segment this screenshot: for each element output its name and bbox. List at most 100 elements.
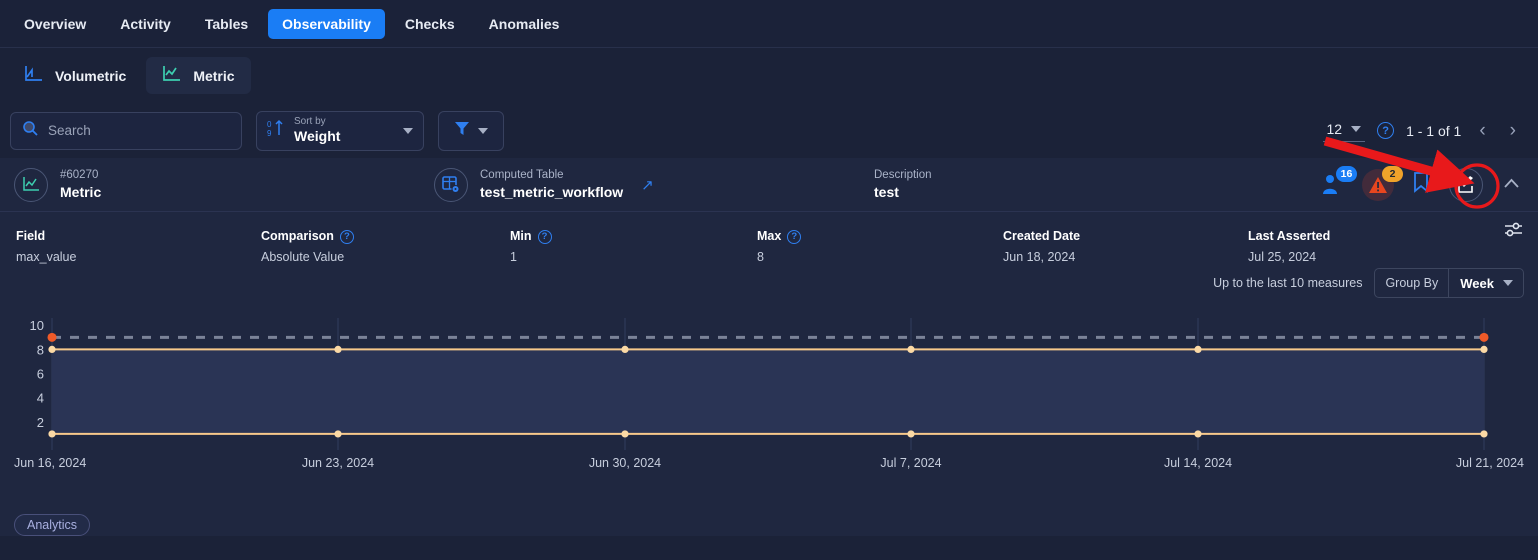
pagination: 12 ? 1 - 1 of 1 ‹ › — [1322, 119, 1529, 142]
description-value: test — [874, 184, 899, 201]
nav-tab-observability[interactable]: Observability — [268, 8, 385, 39]
edit-button[interactable] — [1449, 167, 1483, 202]
measures-text: Up to the last 10 measures — [1213, 276, 1363, 290]
attribute-last-asserted-value: Jul 25, 2024 — [1248, 250, 1317, 265]
sort-ascending-icon: 0 9 — [267, 118, 285, 143]
owners-button[interactable]: 16 — [1321, 165, 1357, 198]
chart-data-point — [47, 332, 57, 342]
nav-tab-tables[interactable]: Tables — [191, 9, 262, 39]
bookmark-button[interactable] — [1413, 171, 1429, 198]
top-navigation: Overview Activity Tables Observability C… — [0, 0, 1538, 48]
pagination-next-button[interactable]: › — [1504, 120, 1522, 142]
x-axis-tick: Jul 21, 2024 — [1455, 456, 1524, 470]
description-label: Description — [874, 168, 932, 181]
chart-data-point — [1194, 345, 1202, 353]
sub-tab-volumetric-label: Volumetric — [55, 67, 127, 84]
svg-text:9: 9 — [267, 129, 272, 138]
metric-chart-icon — [162, 65, 182, 86]
page-size-dropdown[interactable]: 12 — [1322, 119, 1366, 142]
alerts-count-badge: 2 — [1382, 165, 1403, 182]
bookmark-icon — [1414, 171, 1428, 193]
nav-tab-checks[interactable]: Checks — [391, 9, 469, 39]
metric-chart-svg[interactable]: 10 8 6 4 2 — [0, 304, 1538, 454]
threshold-band — [52, 349, 1484, 434]
help-circle-icon[interactable]: ? — [1377, 122, 1395, 139]
collapse-button[interactable] — [1503, 176, 1520, 193]
sub-tab-bar: Volumetric Metric — [0, 48, 1538, 103]
chart-x-axis: Jun 16, 2024 Jun 23, 2024 Jun 30, 2024 Jul … — [0, 454, 1538, 480]
pagination-prev-button[interactable]: ‹ — [1473, 120, 1491, 142]
chevron-down-icon — [1351, 126, 1362, 132]
chart-data-point — [48, 345, 56, 353]
attribute-last-asserted: Last Asserted Jul 25, 2024 — [1248, 226, 1330, 265]
search-input[interactable]: Search — [10, 111, 242, 150]
tag-analytics[interactable]: Analytics — [14, 514, 91, 536]
metric-card-header: #60270 Metric Computed Table test_metric… — [0, 158, 1538, 212]
help-circle-icon[interactable]: ? — [339, 229, 354, 244]
nav-tab-activity[interactable]: Activity — [106, 9, 185, 39]
chart-data-point — [1480, 345, 1488, 353]
attribute-field-key: Field — [16, 229, 46, 243]
tag-list: Analytics — [0, 504, 1538, 536]
attribute-min-value: 1 — [510, 250, 517, 265]
metric-id: #60270 — [60, 168, 99, 181]
sort-by-value: Weight — [294, 128, 341, 145]
help-circle-icon[interactable]: ? — [787, 229, 802, 244]
x-axis-tick: Jul 7, 2024 — [880, 456, 942, 470]
chevron-down-icon — [478, 127, 488, 134]
table-gear-icon — [434, 167, 468, 202]
sort-by-dropdown[interactable]: 0 9 Sort by Weight — [256, 110, 424, 151]
sub-tab-volumetric[interactable]: Volumetric — [8, 57, 142, 94]
attribute-created-date: Created Date Jun 18, 2024 — [1003, 226, 1080, 265]
attribute-created-date-value: Jun 18, 2024 — [1003, 250, 1076, 265]
edit-square-icon — [1457, 176, 1473, 193]
attribute-max: Max? 8 — [757, 226, 802, 265]
filter-dropdown[interactable] — [438, 110, 504, 151]
nav-tab-anomalies[interactable]: Anomalies — [475, 9, 574, 39]
chart-settings-button[interactable] — [1504, 221, 1524, 244]
attribute-comparison: Comparison? Absolute Value — [261, 226, 354, 265]
attribute-field-value: max_value — [16, 250, 77, 265]
x-axis-tick: Jun 16, 2024 — [14, 456, 87, 470]
external-link-icon[interactable]: ↗ — [641, 176, 654, 194]
attribute-last-asserted-key: Last Asserted — [1248, 229, 1331, 243]
y-axis-tick: 10 — [30, 318, 44, 333]
nav-tab-overview[interactable]: Overview — [10, 9, 100, 39]
metric-chart-icon — [14, 167, 48, 202]
chart-data-point — [621, 430, 629, 438]
attribute-max-value: 8 — [757, 250, 764, 265]
y-axis-tick: 2 — [37, 415, 44, 430]
chart-data-point — [48, 430, 56, 438]
description-block: Description test — [874, 169, 932, 200]
attribute-field: Field max_value — [16, 226, 76, 265]
computed-table-label: Computed Table — [480, 168, 564, 181]
attribute-comparison-value: Absolute Value — [261, 250, 345, 265]
chart-data-point — [1479, 332, 1489, 342]
group-by-dropdown[interactable]: Group By Week — [1374, 268, 1524, 298]
y-axis-tick: 6 — [37, 367, 44, 382]
sliders-icon — [1505, 222, 1522, 237]
alerts-button[interactable]: 2 — [1362, 165, 1403, 201]
metric-chart: 10 8 6 4 2 Jun 16, 2024 Jun 23, 2024 Jun 30, 2… — [0, 304, 1538, 504]
chart-data-point — [334, 345, 342, 353]
chart-data-point — [1194, 430, 1202, 438]
page-size-value: 12 — [1326, 121, 1343, 137]
group-by-label: Group By — [1385, 276, 1439, 290]
chart-data-point — [621, 345, 629, 353]
attribute-min-key: Min — [510, 229, 532, 243]
computed-table-block: Computed Table test_metric_workflow ↗ — [434, 167, 874, 202]
help-circle-icon[interactable]: ? — [537, 229, 552, 244]
metric-identity: #60270 Metric — [14, 167, 434, 202]
sub-tab-metric-label: Metric — [193, 67, 235, 84]
group-by-value: Week — [1460, 275, 1494, 291]
sub-tab-metric[interactable]: Metric — [146, 57, 251, 94]
y-axis-tick: 8 — [37, 342, 44, 357]
metric-name: Metric — [60, 184, 102, 201]
computed-table-name: test_metric_workflow — [480, 184, 624, 201]
attribute-min: Min? 1 — [510, 226, 552, 265]
card-action-bar: 16 2 — [1321, 165, 1524, 202]
x-axis-tick: Jul 14, 2024 — [1163, 456, 1233, 470]
funnel-icon — [454, 120, 470, 142]
attribute-max-key: Max — [757, 229, 782, 243]
chart-data-point — [334, 430, 342, 438]
